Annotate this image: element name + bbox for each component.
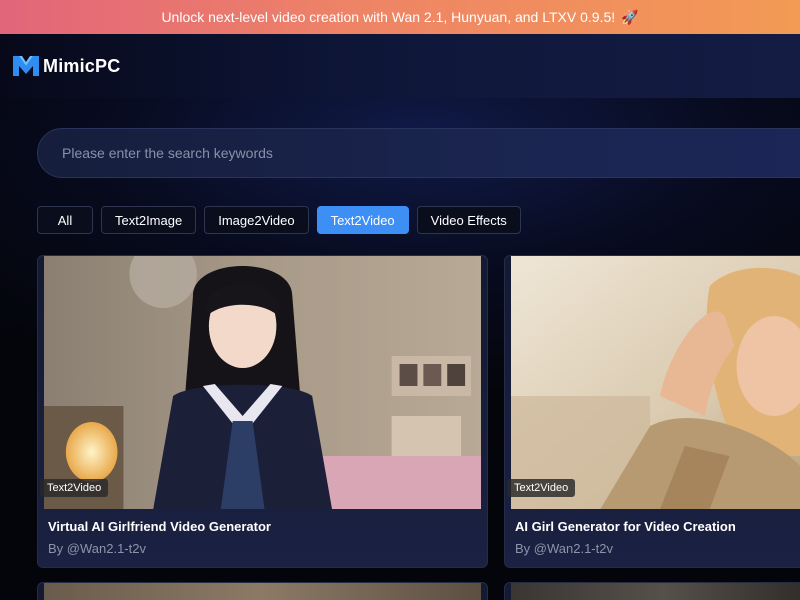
card-title[interactable]: AI Girl Generator for Video Creation [515,519,736,534]
rocket-icon: 🚀 [621,8,639,25]
template-card[interactable]: Text2Video AI Girl Generator for Video C… [504,255,800,568]
top-navbar: MimicPC [0,34,800,98]
category-tabs: All Text2Image Image2Video Text2Video Vi… [37,206,529,234]
card-title[interactable]: Virtual AI Girlfriend Video Generator [48,519,271,534]
category-badge: Text2Video [40,479,109,497]
template-card[interactable]: Text2Video Virtual AI Girlfriend Video G… [37,255,488,568]
card-thumbnail[interactable] [511,256,800,509]
tab-all[interactable]: All [37,206,93,234]
card-author[interactable]: By @Wan2.1-t2v [48,541,146,556]
card-author[interactable]: By @Wan2.1-t2v [515,541,613,556]
promo-banner-text: Unlock next-level video creation with Wa… [161,9,616,25]
tab-text2video[interactable]: Text2Video [316,206,409,234]
logo[interactable]: MimicPC [12,54,120,78]
tab-video-effects[interactable]: Video Effects [416,206,521,234]
search-bar[interactable] [37,128,800,178]
card-thumbnail[interactable] [511,583,800,600]
search-input[interactable] [62,145,662,161]
tab-text2image[interactable]: Text2Image [101,206,197,234]
mimicpc-logo-icon [13,56,39,76]
template-card-partial[interactable] [37,582,488,600]
template-card-partial[interactable] [504,582,800,600]
card-thumbnail[interactable] [44,583,481,600]
category-badge: Text2Video [507,479,576,497]
tab-image2video[interactable]: Image2Video [204,206,309,234]
logo-text: MimicPC [43,55,121,76]
card-thumbnail[interactable] [44,256,481,509]
promo-banner[interactable]: Unlock next-level video creation with Wa… [0,0,800,34]
main-content: All Text2Image Image2Video Text2Video Vi… [0,98,800,600]
